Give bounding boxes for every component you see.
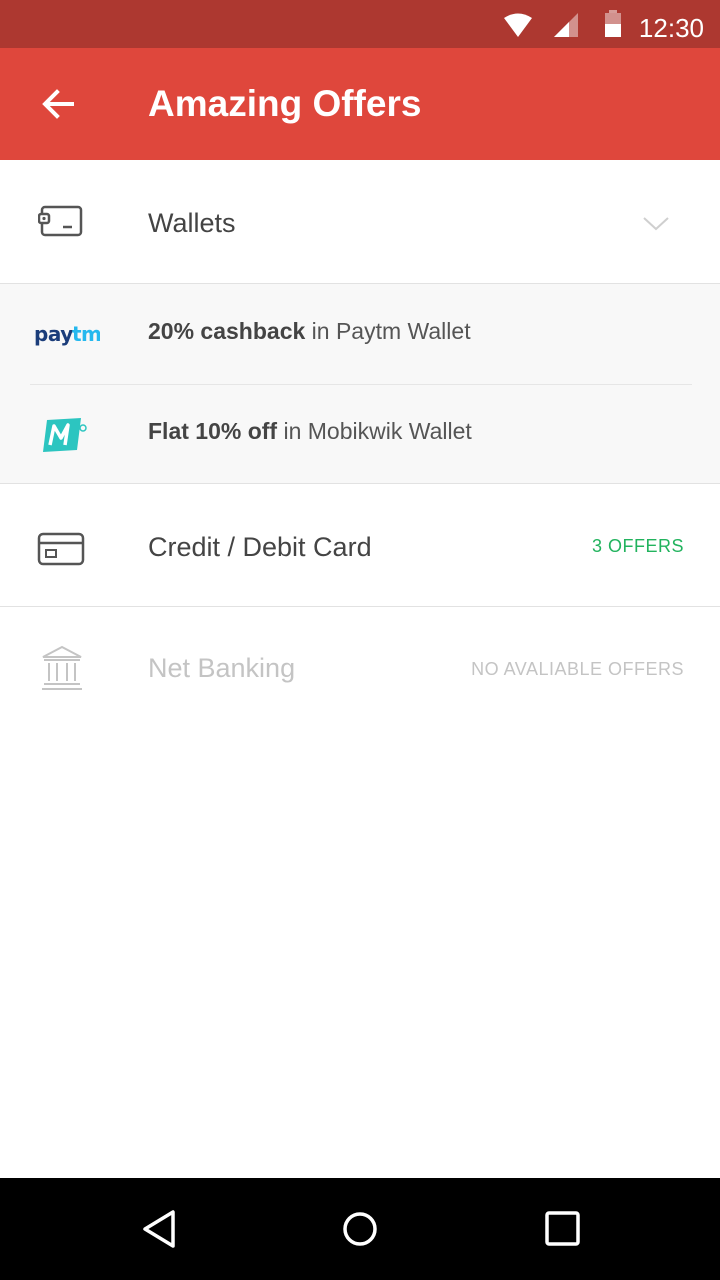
- offer-paytm[interactable]: pay tm 20% cashback in Paytm Wallet: [0, 284, 720, 384]
- system-home-button[interactable]: [335, 1204, 385, 1254]
- net-banking-badge: NO AVALIABLE OFFERS: [471, 659, 684, 679]
- card-label: Credit / Debit Card: [148, 532, 372, 562]
- credit-card-icon: [37, 532, 85, 566]
- paytm-logo-icon: pay tm: [34, 323, 100, 346]
- net-banking-row: Net Banking NO AVALIABLE OFFERS: [0, 607, 720, 729]
- system-back-button[interactable]: [136, 1204, 186, 1254]
- offer-mobikwik[interactable]: Flat 10% off in Mobikwik Wallet: [0, 384, 720, 484]
- wallets-row[interactable]: Wallets: [0, 160, 720, 283]
- status-bar: 12:30: [0, 0, 720, 48]
- system-nav-bar: [0, 1178, 720, 1280]
- back-triangle-icon: [143, 1210, 175, 1248]
- bank-icon: [42, 645, 82, 690]
- offer-paytm-text: 20% cashback in Paytm Wallet: [148, 318, 471, 345]
- wifi-icon: [504, 13, 532, 37]
- offer-mobikwik-highlight: Flat 10% off: [148, 418, 278, 444]
- mobikwik-logo-icon: [43, 418, 87, 452]
- app-bar: Amazing Offers: [0, 48, 720, 160]
- offer-mobikwik-rest: in Mobikwik Wallet: [277, 418, 472, 444]
- status-time: 12:30: [638, 13, 704, 43]
- net-banking-label: Net Banking: [148, 653, 296, 683]
- system-recents-button[interactable]: [537, 1204, 587, 1254]
- offer-mobikwik-text: Flat 10% off in Mobikwik Wallet: [148, 418, 472, 445]
- chevron-down-icon[interactable]: [642, 216, 670, 232]
- wallet-icon: [38, 205, 83, 237]
- cell-signal-icon: [554, 13, 578, 37]
- svg-text:tm: tm: [72, 323, 100, 346]
- recents-square-icon: [545, 1211, 580, 1246]
- card-offers-badge: 3 OFFERS: [591, 536, 684, 556]
- arrow-back-icon: [42, 89, 74, 119]
- card-row[interactable]: Credit / Debit Card 3 OFFERS: [0, 484, 720, 606]
- offer-paytm-rest: in Paytm Wallet: [305, 318, 471, 344]
- wallets-label: Wallets: [148, 208, 236, 238]
- home-circle-icon: [343, 1212, 377, 1246]
- svg-text:pay: pay: [34, 323, 73, 346]
- back-button[interactable]: [36, 82, 80, 126]
- battery-icon: [605, 10, 621, 37]
- page-title: Amazing Offers: [148, 83, 422, 124]
- offer-paytm-highlight: 20% cashback: [148, 318, 306, 344]
- wallet-offers-list: pay tm 20% cashback in Paytm Wallet Flat…: [0, 284, 720, 483]
